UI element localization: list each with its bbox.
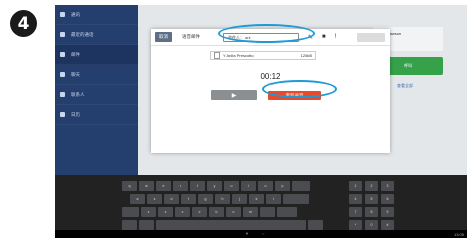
call-button-label: 呼叫: [404, 63, 412, 68]
keyboard-key[interactable]: m: [243, 207, 258, 217]
settings-key[interactable]: [122, 220, 137, 230]
keyboard-key[interactable]: i: [241, 181, 256, 191]
sidebar-item-label: 通讯: [71, 11, 80, 17]
sidebar-item-label: 邮件: [71, 51, 80, 57]
keyboard-key[interactable]: y: [207, 181, 222, 191]
back-icon[interactable]: ▼: [245, 231, 249, 236]
sidebar-item-label: 聊天: [71, 71, 80, 77]
highlight-rerecord-button: [262, 80, 337, 98]
numpad-key[interactable]: 0: [365, 220, 378, 230]
on-screen-keyboard: q w e r t y u i o p a s d f g h j k l z x c v b n m 1 2 3 4 5 6 7 8 9 * 0 #: [55, 175, 467, 238]
sidebar-item-label: 日历: [71, 111, 80, 117]
keyboard-key[interactable]: l: [266, 194, 281, 204]
recording-timer: 00:12: [260, 72, 281, 81]
keyboard-key[interactable]: z: [141, 207, 156, 217]
keyboard-key[interactable]: c: [175, 207, 190, 217]
keyboard-key[interactable]: s: [147, 194, 162, 204]
keyboard-key[interactable]: u: [224, 181, 239, 191]
priority-icon[interactable]: !: [335, 34, 337, 41]
home-icon[interactable]: ○: [262, 231, 264, 236]
android-nav-bar: ▼ ○ 13:05: [55, 230, 467, 238]
numpad-key[interactable]: 2: [365, 181, 378, 191]
keyboard-key[interactable]: t: [190, 181, 205, 191]
keyboard-key[interactable]: p: [275, 181, 290, 191]
person-icon: [60, 92, 65, 97]
sidebar-item-chat[interactable]: 聊天: [55, 65, 138, 85]
keyboard-key[interactable]: h: [215, 194, 230, 204]
sidebar-item-label: 联系人: [71, 91, 85, 97]
shift-key[interactable]: [122, 207, 139, 217]
attachment-item[interactable]: Y Anita Prescotto 125kB: [210, 51, 316, 60]
keyboard-key[interactable]: o: [258, 181, 273, 191]
keyboard-key[interactable]: w: [139, 181, 154, 191]
period-key[interactable]: [308, 220, 323, 230]
numpad-key[interactable]: 3: [381, 181, 394, 191]
keyboard-key[interactable]: n: [226, 207, 241, 217]
keyboard-key[interactable]: j: [232, 194, 247, 204]
mail-icon: [60, 52, 65, 57]
sidebar: 通讯 最近的通话 邮件 聊天 联系人 日历: [55, 5, 138, 175]
chat-icon: [60, 72, 65, 77]
mic-key[interactable]: [139, 220, 154, 230]
play-button[interactable]: ▶: [211, 90, 257, 100]
keyboard-key[interactable]: d: [164, 194, 179, 204]
numpad-key[interactable]: 1: [349, 181, 362, 191]
numpad-key[interactable]: 8: [365, 207, 378, 217]
keyboard-key[interactable]: f: [181, 194, 196, 204]
attachment-name: Y Anita Prescotto: [223, 53, 254, 58]
status-clock: 13:05: [453, 231, 464, 237]
attachment-size: 125kB: [300, 53, 312, 58]
sidebar-item-calendar[interactable]: 日历: [55, 105, 138, 125]
keyboard-key[interactable]: r: [173, 181, 188, 191]
sidebar-item-label: 最近的通话: [71, 31, 94, 37]
clock-icon: [60, 32, 65, 37]
shift-key-right[interactable]: [277, 207, 297, 217]
numpad-key[interactable]: 7: [349, 207, 362, 217]
lock-icon[interactable]: ■: [322, 34, 326, 41]
view-all-link[interactable]: 查看全部: [397, 83, 413, 89]
numpad-key[interactable]: #: [381, 220, 394, 230]
keyboard-key[interactable]: v: [192, 207, 207, 217]
keyboard-key[interactable]: k: [249, 194, 264, 204]
comma-key[interactable]: [260, 207, 275, 217]
numpad-key[interactable]: *: [349, 220, 362, 230]
keyboard-key[interactable]: a: [130, 194, 145, 204]
enter-key[interactable]: [283, 194, 309, 204]
keyboard-key[interactable]: x: [158, 207, 173, 217]
sidebar-item-recent-calls[interactable]: 最近的通话: [55, 25, 138, 45]
calendar-icon: [60, 112, 65, 117]
sidebar-item-menu[interactable]: 通讯: [55, 5, 138, 25]
sidebar-item-contacts[interactable]: 联系人: [55, 85, 138, 105]
dialog-title: 语音邮件: [182, 34, 200, 39]
cancel-button[interactable]: 取消: [155, 32, 172, 42]
play-icon: ▶: [231, 92, 237, 99]
sidebar-item-mail[interactable]: 邮件: [55, 45, 138, 65]
numpad-key[interactable]: 9: [381, 207, 394, 217]
keyboard-key[interactable]: b: [209, 207, 224, 217]
keyboard-key[interactable]: g: [198, 194, 213, 204]
space-key[interactable]: [156, 220, 306, 230]
keyboard-key[interactable]: e: [156, 181, 171, 191]
numpad-key[interactable]: 6: [381, 194, 394, 204]
numpad-key[interactable]: 4: [349, 194, 362, 204]
step-number-badge: 4: [10, 10, 37, 37]
numpad-key[interactable]: 5: [365, 194, 378, 204]
send-button[interactable]: [357, 33, 385, 42]
attachment-icon: [214, 52, 220, 59]
menu-icon: [60, 12, 65, 17]
backspace-key[interactable]: [292, 181, 310, 191]
highlight-recipient-field: [218, 24, 315, 43]
keyboard-key[interactable]: q: [122, 181, 137, 191]
